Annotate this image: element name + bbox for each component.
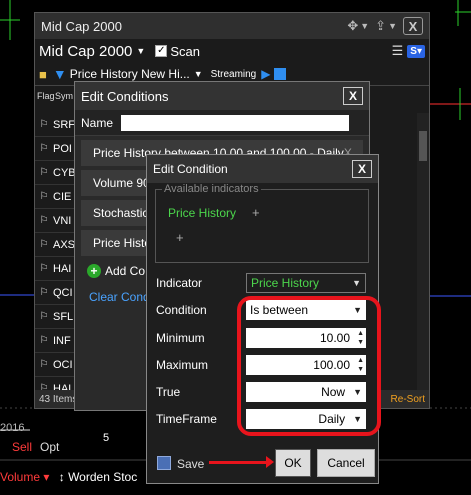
flag-icon[interactable]: ⚐	[35, 119, 53, 130]
flag-icon[interactable]: ⚐	[35, 311, 53, 322]
close-icon[interactable]: X	[352, 160, 372, 178]
watchlist-titlebar[interactable]: Mid Cap 2000 ✥ ▼ ⇪ ▼ X	[35, 13, 429, 39]
symbol-cell: HAI	[53, 262, 72, 275]
symbol-cell: AXS	[53, 238, 76, 251]
timeframe-label: TimeFrame	[156, 412, 217, 426]
cancel-button[interactable]: Cancel	[317, 449, 375, 477]
volume-menu[interactable]: Volume ▾	[0, 470, 49, 484]
dialog-title: Edit Conditions	[81, 88, 169, 104]
ok-button[interactable]: OK	[275, 449, 311, 477]
scan-label: Scan	[170, 43, 200, 59]
flag-icon[interactable]: ⚐	[35, 335, 53, 346]
name-row: Name	[75, 110, 369, 136]
symbol-cell: SRF	[53, 118, 75, 131]
indicator-label: Indicator	[156, 276, 203, 290]
flag-icon[interactable]: ⚐	[35, 143, 53, 154]
chevron-down-icon[interactable]: ▼	[388, 21, 397, 31]
filter-icon[interactable]: ▼	[53, 66, 67, 82]
edit-condition-dialog: Edit Condition X Available indicators Pr…	[146, 154, 381, 484]
name-input[interactable]	[121, 114, 350, 131]
column-header-flag[interactable]: Flag	[35, 91, 55, 101]
streaming-label: Streaming	[210, 68, 257, 80]
available-indicators-label: Available indicators	[162, 183, 261, 195]
watchlist-name[interactable]: Mid Cap 2000	[39, 43, 132, 60]
bottom-pane-bar: Volume ▾ ↕ Worden Stoc	[0, 470, 137, 484]
flag-icon[interactable]: ⚐	[35, 263, 53, 274]
indicator-select[interactable]: Price History ▼	[246, 273, 366, 293]
chevron-down-icon[interactable]: ▼	[136, 46, 145, 56]
add-condition-label: Add Co	[105, 264, 146, 278]
column-header-symbol[interactable]: Sym	[53, 91, 73, 101]
flag-icon[interactable]: ⚐	[35, 215, 53, 226]
close-icon[interactable]: X	[343, 87, 363, 105]
watchlist-header: Mid Cap 2000 ▼ ✓ Scan ☰ S▾	[35, 39, 429, 63]
available-indicators-group: Available indicators Price History + +	[155, 183, 369, 263]
name-label: Name	[81, 115, 114, 130]
opt-label: Opt	[40, 440, 60, 454]
save-label[interactable]: Save	[177, 457, 204, 471]
worden-stochastic-label[interactable]: ↕ Worden Stoc	[59, 470, 137, 484]
dialog-footer: Save OK Cancel	[147, 447, 378, 483]
annotation-arrow	[209, 456, 274, 468]
play-icon[interactable]: ▶	[261, 67, 270, 81]
symbol-cell: QCI	[53, 286, 73, 299]
symbol-cell: INF	[53, 334, 71, 347]
flag-icon[interactable]: ⚐	[35, 287, 53, 298]
add-icon: +	[87, 264, 101, 278]
add-icon[interactable]: +	[176, 230, 184, 245]
minimum-label: Minimum	[156, 331, 205, 345]
add-icon[interactable]: +	[252, 205, 260, 220]
sell-label: Sell	[12, 440, 33, 454]
watchlist-title: Mid Cap 2000	[41, 18, 122, 34]
pin-icon[interactable]: ⇪	[375, 18, 386, 34]
s-icon[interactable]: S▾	[407, 44, 425, 58]
symbol-cell: SFL	[53, 310, 74, 323]
indicator-item[interactable]: Price History	[168, 206, 236, 220]
symbol-cell: OCI	[53, 358, 73, 371]
watchlist-scrollbar[interactable]	[417, 113, 429, 391]
highlight-box	[237, 296, 381, 436]
symbol-cell: POI	[53, 142, 72, 155]
axis-year-label: 2016	[0, 422, 25, 434]
condition-item-label: Volume 90-	[93, 176, 154, 190]
close-icon[interactable]: X	[403, 17, 423, 35]
re-sort-link[interactable]: Re-Sort	[391, 394, 425, 405]
scan-checkbox[interactable]: ✓	[155, 45, 168, 57]
condition-label: Condition	[156, 303, 207, 317]
chevron-down-icon[interactable]: ▼	[360, 21, 369, 31]
flag-icon[interactable]: ⚐	[35, 239, 53, 250]
flag-icon[interactable]: ⚐	[35, 167, 53, 178]
maximum-label: Maximum	[156, 358, 209, 372]
menu-icon[interactable]: ☰	[392, 43, 404, 59]
indicator-row: Indicator Price History ▼	[156, 273, 368, 293]
folder-icon[interactable]: ■	[39, 67, 47, 82]
scrollbar-thumb[interactable]	[419, 131, 427, 161]
flag-icon[interactable]: ⚐	[35, 359, 53, 370]
chevron-down-icon: ▼	[352, 278, 361, 288]
indicator-value: Price History	[251, 276, 320, 290]
dialog-title: Edit Condition	[153, 162, 228, 176]
edit-conditions-titlebar[interactable]: Edit Conditions X	[75, 82, 369, 110]
flag-icon[interactable]: ⚐	[35, 191, 53, 202]
true-label: True	[156, 385, 181, 399]
save-icon[interactable]	[157, 456, 171, 470]
condition-item-label: Price Histo	[93, 236, 152, 250]
move-icon[interactable]: ✥	[347, 18, 358, 34]
symbol-cell: CYB	[53, 166, 76, 179]
filter-label[interactable]: Price History New Hi...	[70, 67, 190, 81]
edit-condition-titlebar[interactable]: Edit Condition X	[147, 155, 378, 183]
chevron-down-icon[interactable]: ▼	[194, 69, 203, 79]
value-label: 5	[103, 432, 110, 444]
symbol-cell: VNI	[53, 214, 72, 227]
stop-icon[interactable]	[274, 68, 287, 80]
symbol-cell: CIE	[53, 190, 72, 203]
